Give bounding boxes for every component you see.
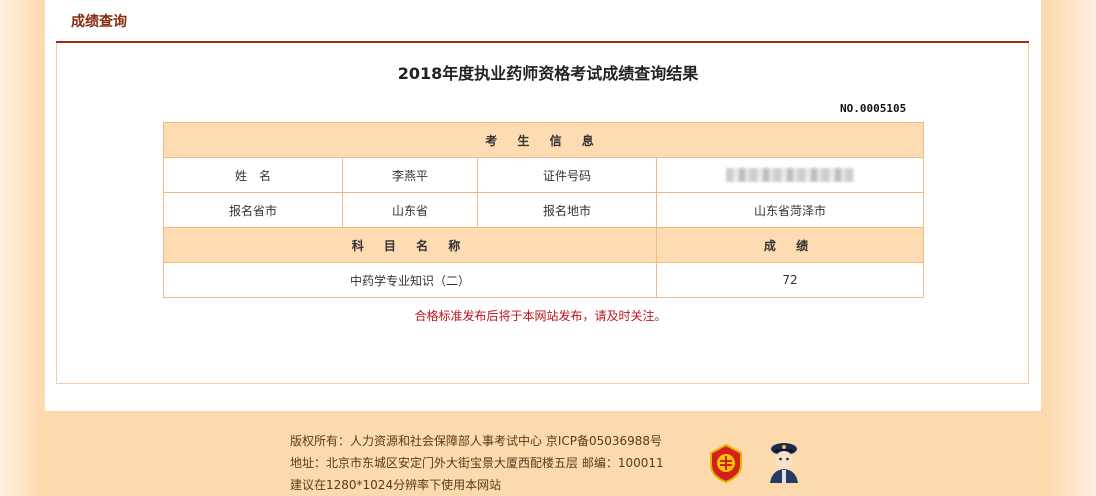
subject-name: 中药学专业知识（二） [163, 262, 657, 298]
serial-number: NO.0005105 [840, 102, 907, 115]
table-row: 报名省市 山东省 报名地市 山东省菏泽市 [163, 192, 925, 228]
score-table: 考 生 信 息 姓 名 李燕平 证件号码 报名省市 山东省 报名地市 山东省菏泽… [162, 122, 925, 298]
subject-header: 科 目 名 称 [163, 227, 657, 263]
table-row: 科 目 名 称 成 绩 [163, 227, 925, 263]
score-header: 成 绩 [655, 227, 925, 263]
province-value: 山东省 [342, 192, 478, 228]
notice-text: 合格标准发布后将于本网站发布，请及时关注。 [414, 309, 667, 323]
emblem-icon[interactable] [708, 443, 744, 483]
page-title: 成绩查询 [71, 14, 127, 30]
result-title: 2018年度执业药师资格考试成绩查询结果 [397, 64, 699, 83]
footer-copyright: 版权所有：人力资源和社会保障部人事考试中心 京ICP备05036988号 [290, 434, 663, 448]
name-value: 李燕平 [342, 157, 478, 193]
footer-address: 地址：北京市东城区安定门外大街宝景大厦西配楼五层 邮编：100011 [290, 456, 664, 470]
province-label: 报名省市 [163, 192, 343, 228]
police-icon[interactable] [764, 440, 804, 483]
score-value: 72 [655, 262, 925, 298]
table-row: 姓 名 李燕平 证件号码 [163, 157, 925, 193]
candidate-info-header: 考 生 信 息 [162, 122, 925, 158]
city-value: 山东省菏泽市 [655, 192, 925, 228]
table-row: 考 生 信 息 [162, 122, 925, 158]
redacted-id [726, 168, 855, 183]
id-label: 证件号码 [477, 157, 657, 193]
section-header: 成绩查询 [56, 0, 1029, 43]
id-value [655, 157, 925, 193]
name-label: 姓 名 [163, 157, 343, 193]
table-row: 中药学专业知识（二） 72 [163, 262, 925, 298]
footer: 版权所有：人力资源和社会保障部人事考试中心 京ICP备05036988号 地址：… [290, 430, 690, 496]
footer-resolution: 建议在1280*1024分辨率下使用本网站 [290, 478, 502, 492]
city-label: 报名地市 [477, 192, 657, 228]
